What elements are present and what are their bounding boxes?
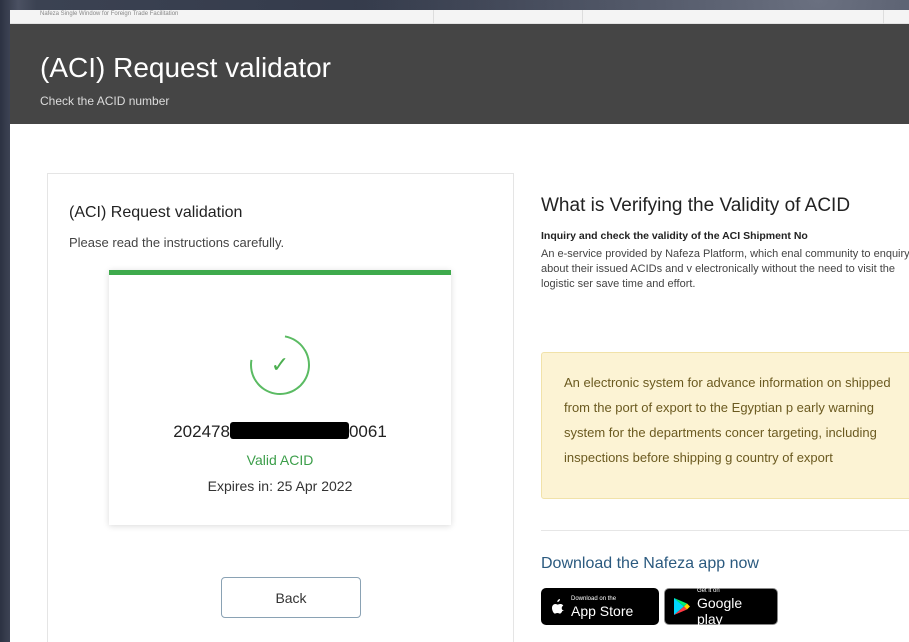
google-play-text: Get it on Google play: [697, 587, 743, 627]
apple-icon: [549, 598, 565, 616]
play-icon: [673, 597, 691, 616]
top-strip: Nafeza Single Window for Foreign Trade F…: [10, 10, 909, 24]
info-title: What is Verifying the Validity of ACID: [541, 195, 851, 216]
notice-box: An electronic system for advance informa…: [541, 352, 909, 499]
google-play-button[interactable]: Get it on Google play: [664, 587, 778, 627]
page-subtitle: Check the ACID number: [40, 94, 170, 108]
info-body: An e-service provided by Nafeza Platform…: [541, 248, 909, 290]
redaction-bar: [229, 422, 349, 439]
checkmark-icon: ✓: [270, 352, 290, 378]
status-badge: Valid ACID: [246, 452, 314, 468]
breadcrumb: Nafeza Single Window for Foreign Trade F…: [40, 11, 179, 17]
info-section: What is Verifying the Validity of ACID I…: [541, 195, 909, 292]
expiry-date: Expires in: 25 Apr 2022: [207, 478, 353, 494]
strip-divider: [433, 10, 434, 24]
card-title: (ACI) Request validation: [69, 204, 243, 221]
strip-divider: [582, 10, 583, 24]
info-subtitle: Inquiry and check the validity of the AC…: [541, 230, 808, 242]
strip-divider: [883, 10, 884, 24]
app-store-text: Download on the App Store: [571, 595, 634, 619]
back-button[interactable]: Back: [221, 577, 361, 618]
card-description: Please read the instructions carefully.: [69, 235, 285, 250]
acid-suffix: 0061: [348, 422, 387, 441]
section-divider: [541, 530, 909, 531]
download-title: Download the Nafeza app now: [541, 555, 759, 572]
acid-number: 202478 0061: [109, 422, 451, 442]
app-store-button[interactable]: Download on the App Store: [541, 588, 659, 625]
acid-prefix: 202478: [173, 422, 230, 441]
validation-result-panel: ✓ 202478 0061 Valid ACID Expires in: 25 A…: [109, 270, 451, 525]
validation-card: (ACI) Request validation Please read the…: [47, 173, 514, 642]
browser-screen: Nafeza Single Window for Foreign Trade F…: [10, 10, 909, 642]
page-title: (ACI) Request validator: [40, 52, 332, 83]
page-header: (ACI) Request validator Check the ACID n…: [10, 24, 909, 124]
